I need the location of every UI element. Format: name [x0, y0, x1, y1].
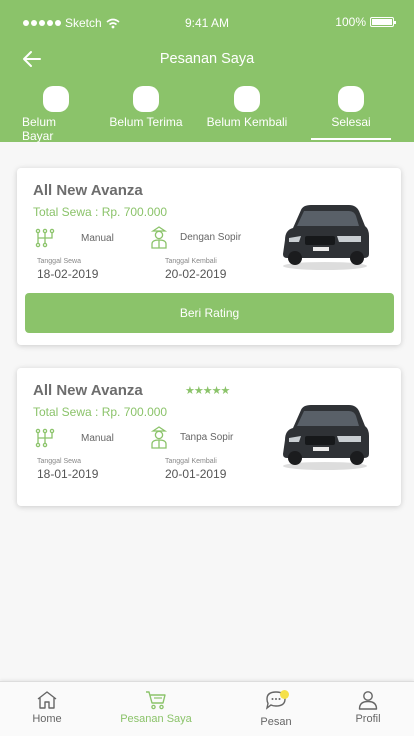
transmission-spec: Manual	[35, 428, 114, 448]
nav-profile[interactable]: Profil	[348, 690, 388, 725]
nav-home[interactable]: Home	[22, 690, 72, 725]
return-date-label: Tanggal Kembali	[165, 458, 217, 465]
header: Sketch 9:41 AM 100% Pesanan Saya Belum B…	[0, 0, 414, 143]
total-rent: Total Sewa : Rp. 700.000	[33, 205, 168, 219]
bottom-nav: Home Pesanan Saya Pesan Profil	[0, 681, 414, 736]
rent-date: 18-02-2019	[37, 267, 99, 281]
transmission-spec: Manual	[35, 228, 114, 248]
rent-date: 18-01-2019	[37, 467, 99, 481]
tab-label: Belum Kembali	[206, 115, 288, 129]
page-title: Pesanan Saya	[159, 51, 255, 67]
total-rent: Total Sewa : Rp. 700.000	[33, 405, 168, 419]
car-name: All New Avanza	[33, 382, 143, 399]
car-name: All New Avanza	[33, 182, 143, 199]
nav-label: Pesanan Saya	[120, 713, 192, 725]
return-date: 20-01-2019	[165, 467, 227, 481]
tab-belum-kembali[interactable]: Belum Kembali	[205, 86, 289, 129]
gear-shift-icon	[35, 428, 55, 448]
car-image	[283, 205, 369, 270]
user-icon	[358, 691, 378, 710]
tab-label: Belum Terima	[109, 115, 183, 129]
tab-selesai[interactable]: Selesai	[311, 86, 391, 129]
rate-button[interactable]: Beri Rating	[25, 293, 394, 333]
nav-label: Profil	[355, 713, 381, 725]
return-date: 20-02-2019	[165, 267, 227, 281]
battery-icon	[370, 17, 396, 27]
tab-icon	[234, 86, 260, 112]
nav-messages[interactable]: Pesan	[254, 690, 298, 728]
cart-icon	[146, 691, 166, 710]
driver-icon	[150, 226, 168, 249]
battery-percent: 100%	[335, 15, 366, 29]
tab-belum-bayar[interactable]: Belum Bayar	[22, 86, 90, 143]
tab-belum-terima[interactable]: Belum Terima	[108, 86, 184, 129]
order-card: All New Avanza Total Sewa : Rp. 700.000 …	[17, 168, 401, 345]
driver-text: Dengan Sopir	[180, 231, 242, 243]
tab-label: Selesai	[331, 115, 371, 129]
car-image	[283, 405, 369, 470]
return-date-label: Tanggal Kembali	[165, 258, 217, 265]
tab-label: Belum Bayar	[22, 115, 57, 143]
order-card: All New Avanza ★★★★★ Total Sewa : Rp. 70…	[17, 368, 401, 506]
driver-spec: Tanpa Sopir	[150, 425, 233, 449]
tab-icon	[338, 86, 364, 112]
nav-label: Home	[32, 713, 62, 725]
tab-icon	[133, 86, 159, 112]
tab-icon	[43, 86, 69, 112]
notification-dot	[280, 690, 289, 699]
driver-spec: Dengan Sopir	[150, 225, 241, 249]
driver-icon	[150, 426, 168, 449]
nav-label: Pesan	[260, 716, 292, 728]
home-icon	[37, 691, 57, 709]
gear-shift-icon	[35, 228, 55, 248]
status-bar: Sketch 9:41 AM 100%	[0, 0, 414, 44]
rent-date-label: Tanggal Sewa	[37, 458, 81, 465]
rating-stars: ★★★★★	[185, 385, 230, 397]
driver-text: Tanpa Sopir	[180, 431, 234, 443]
transmission-text: Manual	[81, 232, 114, 244]
rent-date-label: Tanggal Sewa	[37, 258, 81, 265]
active-tab-indicator	[311, 138, 391, 140]
transmission-text: Manual	[81, 432, 114, 444]
nav-orders[interactable]: Pesanan Saya	[116, 690, 196, 725]
order-status-tabs: Belum Bayar Belum Terima Belum Kembali S…	[0, 86, 414, 143]
